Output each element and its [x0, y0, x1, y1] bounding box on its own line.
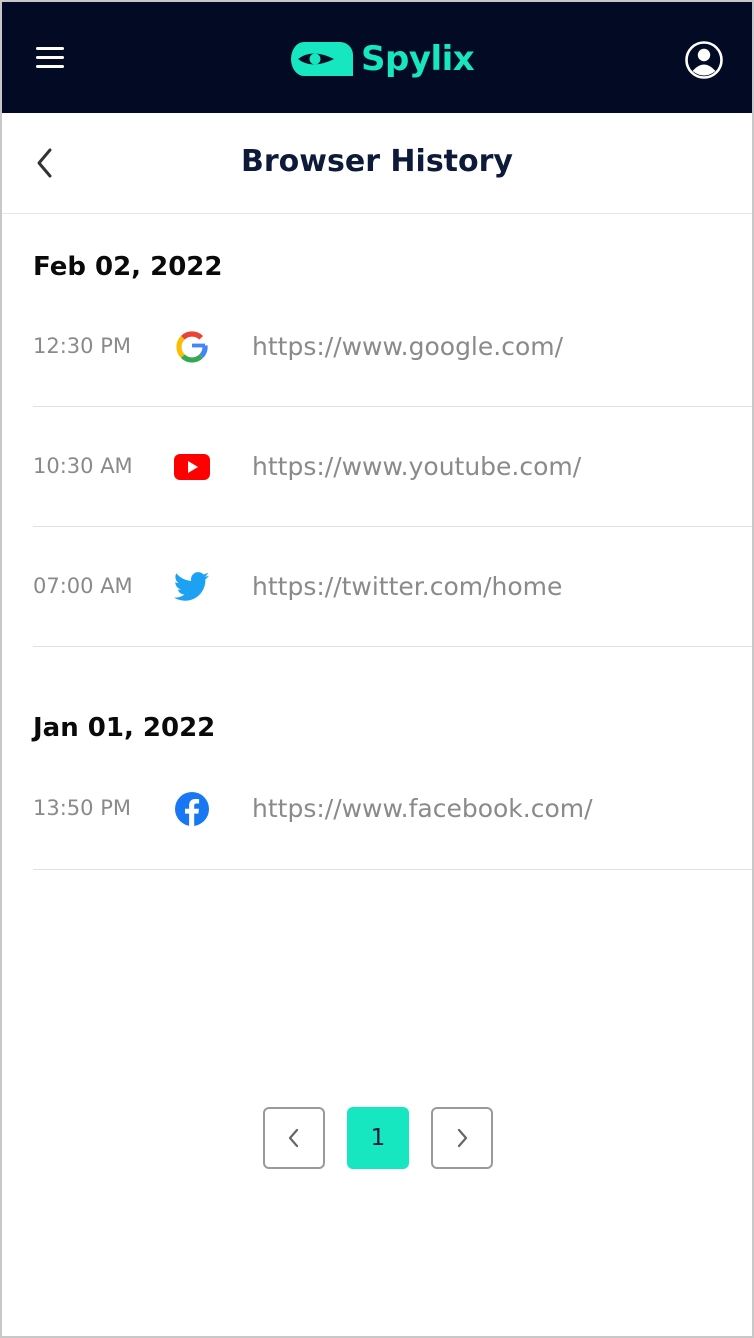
pagination: 1 — [2, 1107, 752, 1171]
history-entry[interactable]: 13:50 PM https://www.facebook.com/ — [33, 748, 752, 870]
hamburger-icon[interactable] — [32, 39, 68, 75]
user-circle-icon[interactable] — [684, 40, 724, 80]
entry-time: 07:00 AM — [33, 574, 133, 598]
entry-time: 10:30 AM — [33, 454, 133, 478]
brand-logo[interactable]: Spylix — [290, 35, 475, 83]
page-number-button[interactable]: 1 — [347, 1107, 409, 1169]
prev-page-button[interactable] — [263, 1107, 325, 1169]
entry-time: 12:30 PM — [33, 334, 131, 358]
entry-url: https://www.youtube.com/ — [252, 452, 582, 481]
twitter-icon — [174, 527, 210, 646]
history-entry[interactable]: 10:30 AM https://www.youtube.com/ — [33, 407, 752, 527]
page-header: Browser History — [2, 113, 752, 214]
date-group-header: Jan 01, 2022 — [33, 713, 216, 743]
date-group-header: Feb 02, 2022 — [33, 252, 223, 282]
google-icon — [174, 287, 210, 406]
logo-mark-icon — [291, 42, 353, 76]
history-entry[interactable]: 07:00 AM https://twitter.com/home — [33, 527, 752, 647]
entry-time: 13:50 PM — [33, 796, 131, 820]
top-bar: Spylix — [2, 2, 752, 113]
entry-url: https://twitter.com/home — [252, 572, 563, 601]
facebook-icon — [174, 748, 210, 869]
chevron-right-icon — [457, 1128, 468, 1148]
history-list: Feb 02, 2022 12:30 PM https://www.google… — [2, 214, 752, 870]
page-title: Browser History — [241, 144, 513, 179]
next-page-button[interactable] — [431, 1107, 493, 1169]
entry-url: https://www.facebook.com/ — [252, 794, 593, 823]
app-frame: Spylix Browser History Feb 02, 2022 12:3… — [0, 0, 754, 1338]
chevron-left-icon — [288, 1128, 299, 1148]
history-entry[interactable]: 12:30 PM https://www.google.com/ — [33, 287, 752, 407]
youtube-icon — [174, 407, 210, 526]
entry-url: https://www.google.com/ — [252, 332, 564, 361]
brand-name: Spylix — [361, 39, 475, 79]
